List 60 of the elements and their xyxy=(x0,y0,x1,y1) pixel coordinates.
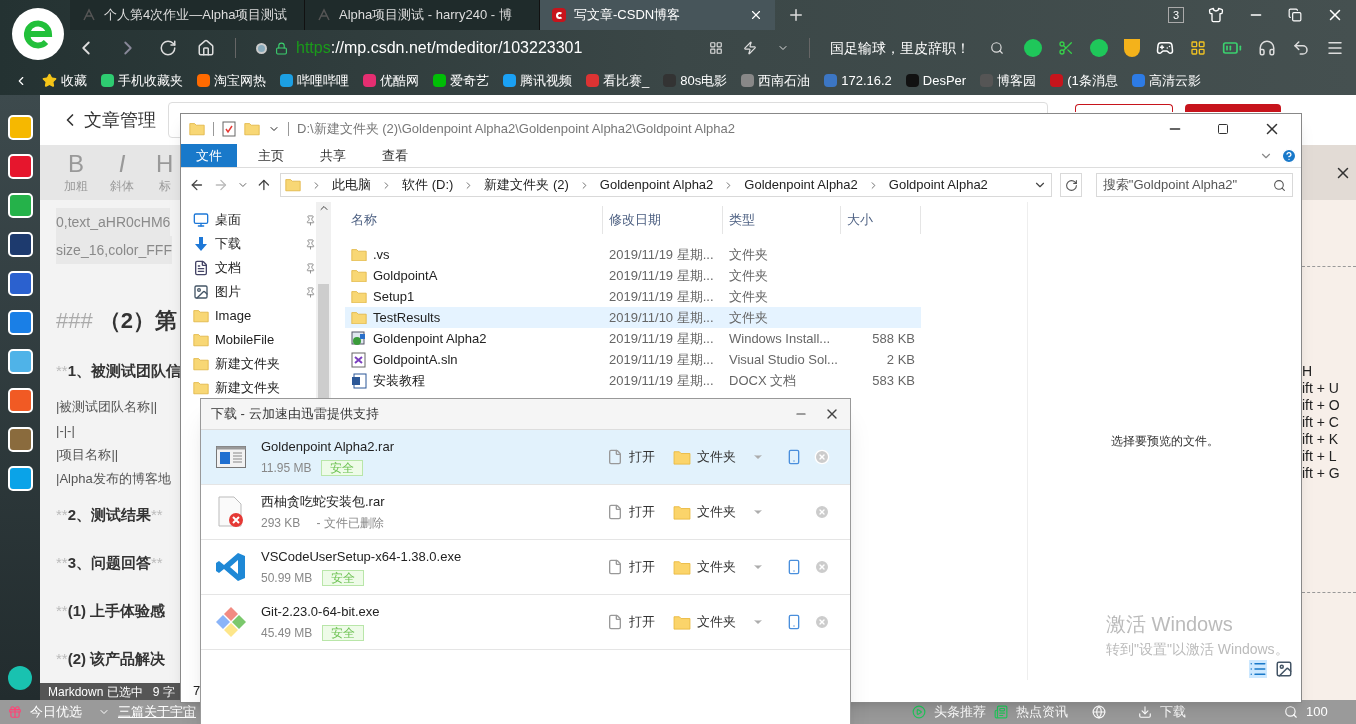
markdown-line: |被测试团队名称|| xyxy=(56,398,158,416)
file-size: 2 KB xyxy=(886,350,915,369)
safe-badge: 安全 xyxy=(321,459,364,476)
file-date: 2019/11/19 星期... xyxy=(608,287,715,306)
download-note: - 文件已删除 xyxy=(316,514,384,532)
file-date: 2019/11/19 星期... xyxy=(608,329,715,348)
shortcut-label: ift + O xyxy=(1302,397,1340,414)
zoom-level: 100 xyxy=(1306,703,1328,722)
file-type: 文件夹 xyxy=(728,245,769,264)
download-file-name: 西柚贪吃蛇安装包.rar xyxy=(261,493,386,512)
download-file-name: Goldenpoint Alpha2.rar xyxy=(261,438,395,457)
shortcut-label: H xyxy=(1302,363,1313,380)
safe-badge: 安全 xyxy=(322,624,365,641)
markdown-bold-line: **1、被测试团队信 xyxy=(56,361,182,381)
activation-title: 激活 Windows xyxy=(1106,612,1234,637)
markdown-heading: ### （2）第 xyxy=(56,307,178,335)
file-name: TestResults xyxy=(373,308,441,327)
file-type: 文件夹 xyxy=(728,287,769,306)
preview-message: 选择要预览的文件。 xyxy=(1110,433,1219,450)
safe-badge: 安全 xyxy=(322,569,365,586)
download-file-name: Git-2.23.0-64-bit.exe xyxy=(261,603,381,622)
file-date: 2019/11/19 星期... xyxy=(608,371,715,390)
file-name: 安装教程 xyxy=(373,371,425,390)
shortcut-label: ift + L xyxy=(1302,448,1337,465)
file-date: 2019/11/19 星期... xyxy=(608,266,715,285)
window-title: D:\新建文件夹 (2)\Goldenpoint Alpha2\Goldenpoint Alpha2\Goldpoint Alpha2 xyxy=(297,120,735,139)
file-name: Goldenpoint Alpha2 xyxy=(373,329,487,348)
file-size: 583 KB xyxy=(872,371,915,390)
file-date: 2019/11/19 星期... xyxy=(608,245,715,264)
download-size: 293 KB xyxy=(261,514,301,532)
file-type: Visual Studio Sol... xyxy=(728,350,839,369)
markdown-bold-line: **3、问题回答** xyxy=(56,553,163,573)
markdown-bold-line: **(2) 该产品解决 xyxy=(56,649,166,669)
download-size: 11.95 MB xyxy=(261,459,312,477)
file-type: 文件夹 xyxy=(728,308,769,327)
file-date: 2019/11/10 星期... xyxy=(608,308,715,327)
markdown-line: |Alpha发布的博客地 xyxy=(56,470,171,488)
file-name: GoldpointA xyxy=(373,266,438,285)
markdown-line: |-|-| xyxy=(56,422,75,440)
shortcut-label: ift + G xyxy=(1302,465,1340,482)
file-type: DOCX 文档 xyxy=(728,371,798,390)
markdown-bold-line: **2、测试结果** xyxy=(56,505,163,525)
file-name: Setup1 xyxy=(373,287,415,306)
file-name: .vs xyxy=(373,245,390,264)
download-file-name: VSCodeUserSetup-x64-1.38.0.exe xyxy=(261,548,463,567)
file-date: 2019/11/19 星期... xyxy=(608,350,715,369)
download-size: 45.49 MB xyxy=(261,624,313,642)
activation-hint: 转到"设置"以激活 Windows。 xyxy=(1106,640,1289,659)
shortcut-label: ift + C xyxy=(1302,414,1339,431)
shortcut-label: ift + U xyxy=(1302,380,1339,397)
download-size: 50.99 MB xyxy=(261,569,313,587)
markdown-bold-line: **(1) 上手体验感 xyxy=(56,601,166,621)
shortcut-label: ift + K xyxy=(1302,431,1339,448)
status-item-count: 7 xyxy=(193,682,201,701)
file-type: 文件夹 xyxy=(728,266,769,285)
file-size: 588 KB xyxy=(872,329,915,348)
dialog-title: 下载 - 云加速由迅雷提供支持 xyxy=(211,405,380,424)
file-name: GoldpointA.sln xyxy=(373,350,458,369)
file-type: Windows Install... xyxy=(728,329,832,348)
markdown-line: |项目名称|| xyxy=(56,446,119,464)
